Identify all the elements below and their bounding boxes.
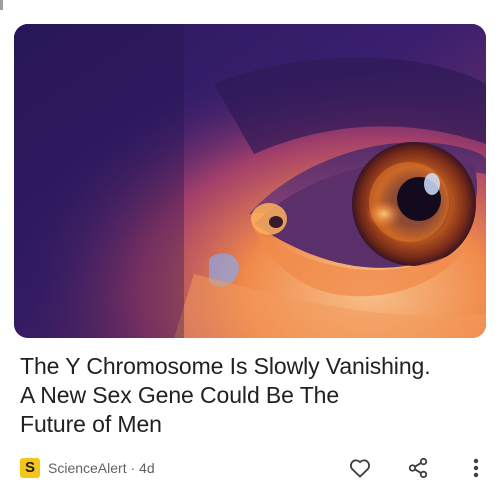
headline-line-1: The Y Chromosome Is Slowly Vanishing. xyxy=(20,353,431,379)
divider-tick xyxy=(0,0,3,10)
article-meta: S ScienceAlert · 4d xyxy=(20,454,486,482)
heart-icon xyxy=(350,459,370,478)
headline-line-3: Future of Men xyxy=(20,411,162,437)
more-vert-icon xyxy=(473,458,479,478)
article-card[interactable]: The Y Chromosome Is Slowly Vanishing. A … xyxy=(14,0,486,496)
source-logo[interactable]: S xyxy=(20,458,40,478)
article-image[interactable] xyxy=(14,24,486,338)
source-info[interactable]: ScienceAlert · 4d xyxy=(48,460,155,476)
like-button[interactable] xyxy=(346,454,374,482)
more-options-button[interactable] xyxy=(462,454,490,482)
headline-line-2: A New Sex Gene Could Be The xyxy=(20,382,340,408)
eye-photo-illustration xyxy=(14,24,486,338)
source-name: ScienceAlert xyxy=(48,460,127,476)
news-feed-page: The Y Chromosome Is Slowly Vanishing. A … xyxy=(0,0,500,496)
share-icon xyxy=(408,457,428,479)
article-age: 4d xyxy=(139,460,155,476)
article-headline[interactable]: The Y Chromosome Is Slowly Vanishing. A … xyxy=(20,352,480,439)
share-button[interactable] xyxy=(404,454,432,482)
meta-separator: · xyxy=(126,460,140,476)
